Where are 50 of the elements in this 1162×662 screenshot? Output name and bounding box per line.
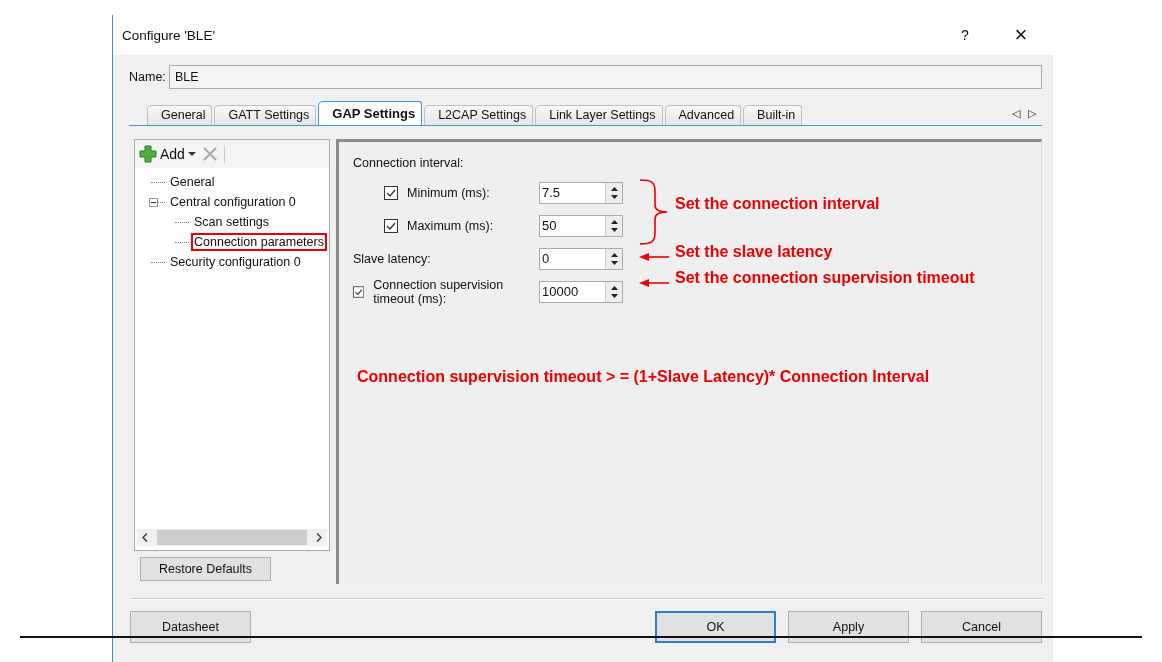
arrow bbox=[639, 252, 669, 262]
checkbox[interactable] bbox=[353, 284, 365, 299]
tree-item[interactable]: General bbox=[167, 173, 218, 191]
scroll-right-icon[interactable] bbox=[316, 533, 322, 542]
horizontal-scrollbar[interactable] bbox=[137, 529, 327, 546]
scroll-right-icon[interactable]: ▷ bbox=[1028, 107, 1036, 120]
curly-brace bbox=[639, 179, 669, 245]
tab[interactable]: GAP Settings bbox=[318, 101, 423, 125]
restore-defaults-button[interactable]: Restore Defaults bbox=[140, 557, 271, 581]
annotation-text: Set the slave latency bbox=[675, 243, 833, 261]
number-spinner[interactable]: 0 bbox=[539, 247, 623, 270]
tab[interactable]: L2CAP Settings bbox=[424, 105, 534, 125]
tree-item[interactable]: Central configuration 0 bbox=[167, 193, 299, 211]
tree-item[interactable]: Connection parameters bbox=[191, 233, 327, 251]
close-button[interactable]: × bbox=[993, 22, 1049, 48]
tree-item[interactable]: Security configuration 0 bbox=[167, 253, 304, 271]
window-title: Configure 'BLE' bbox=[122, 27, 216, 43]
scroll-left-icon[interactable]: ◁ bbox=[1012, 107, 1020, 120]
annotation-text: Set the connection interval bbox=[675, 195, 880, 213]
group-label: Connection interval: bbox=[353, 156, 465, 172]
number-spinner[interactable]: 10000 bbox=[539, 280, 623, 303]
dialog-button[interactable]: OK bbox=[655, 611, 776, 643]
collapse-icon[interactable] bbox=[149, 197, 158, 207]
tab[interactable]: GATT Settings bbox=[214, 105, 317, 125]
setting-label: Maximum (ms): bbox=[407, 218, 494, 233]
annotation-text: Set the connection supervision timeout bbox=[675, 269, 975, 287]
tab[interactable]: General bbox=[147, 105, 213, 125]
setting-label: Slave latency: bbox=[353, 251, 431, 266]
plus-icon bbox=[139, 145, 157, 163]
dialog-button[interactable]: Cancel bbox=[921, 611, 1042, 643]
setting-label: Minimum (ms): bbox=[407, 185, 490, 200]
arrow bbox=[639, 278, 669, 288]
tab[interactable]: Advanced bbox=[664, 105, 742, 125]
add-button[interactable]: Add bbox=[139, 145, 196, 163]
dialog-button[interactable]: Apply bbox=[788, 611, 909, 643]
name-label: Name: bbox=[129, 70, 167, 84]
caret-icon bbox=[187, 151, 196, 157]
tree-item[interactable]: Scan settings bbox=[191, 213, 273, 231]
help-button[interactable]: ? bbox=[937, 27, 993, 43]
tab[interactable]: Link Layer Settings bbox=[535, 105, 663, 125]
number-spinner[interactable]: 7.5 bbox=[539, 181, 623, 204]
scroll-left-icon[interactable] bbox=[142, 533, 148, 542]
formula-text: Connection supervision timeout > = (1+Slave Latency)* Connection Interval bbox=[357, 368, 930, 386]
setting-label: Connection supervision timeout (ms): bbox=[373, 277, 505, 306]
dialog-button[interactable]: Datasheet bbox=[130, 611, 251, 643]
tab[interactable]: Built-in bbox=[743, 105, 803, 125]
checkbox[interactable] bbox=[384, 185, 398, 200]
name-field[interactable]: BLE bbox=[169, 65, 1042, 89]
number-spinner[interactable]: 50 bbox=[539, 214, 623, 237]
checkbox[interactable] bbox=[384, 218, 398, 233]
